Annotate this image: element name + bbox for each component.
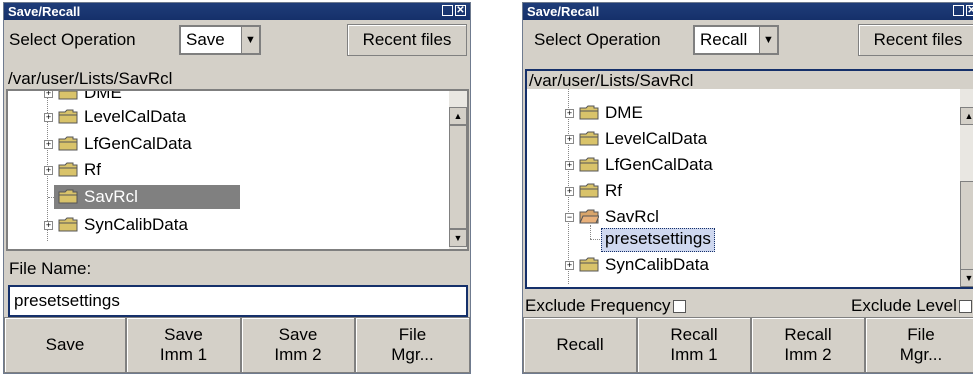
- select-operation-label: Select Operation: [9, 30, 136, 49]
- tree-item-savrcl[interactable]: SavRcl: [54, 185, 240, 209]
- folder-icon: [58, 89, 78, 100]
- save-imm1-button[interactable]: Save Imm 1: [126, 317, 241, 373]
- select-operation-label: Select Operation: [534, 30, 661, 49]
- folder-icon: [58, 189, 78, 204]
- recall-imm1-button[interactable]: Recall Imm 1: [637, 317, 751, 373]
- file-manager-button[interactable]: File Mgr...: [865, 317, 973, 373]
- expand-icon[interactable]: +: [565, 161, 574, 170]
- folder-icon: [579, 131, 599, 146]
- recent-files-button[interactable]: Recent files: [347, 24, 467, 56]
- scroll-up-icon[interactable]: ▲: [960, 107, 973, 125]
- expand-icon[interactable]: +: [44, 140, 53, 149]
- path-display: /var/user/Lists/SavRcl: [525, 69, 973, 91]
- tree-item-rf[interactable]: + Rf: [565, 179, 622, 203]
- tree-item-lfgencaldata[interactable]: + LfGenCalData: [565, 153, 713, 177]
- expand-icon[interactable]: +: [565, 109, 574, 118]
- dialog-titlebar: Save/Recall ✕: [523, 3, 973, 20]
- folder-icon: [58, 136, 78, 151]
- scroll-up-icon[interactable]: ▲: [449, 107, 467, 125]
- folder-icon: [579, 157, 599, 172]
- tree-item-syncalibdata[interactable]: + SynCalibData: [565, 253, 709, 277]
- tree-item-presetsettings[interactable]: presetsettings: [601, 228, 715, 252]
- save-recall-dialog-recall: Save/Recall ✕ Select Operation Recall ▼ …: [522, 2, 973, 374]
- folder-icon: [579, 105, 599, 120]
- tree-item-rf[interactable]: + Rf: [44, 158, 101, 182]
- file-name-label: File Name:: [9, 259, 92, 278]
- folder-icon: [579, 183, 599, 198]
- chevron-down-icon[interactable]: ▼: [759, 27, 777, 53]
- collapse-icon[interactable]: −: [565, 213, 574, 222]
- scroll-down-icon[interactable]: ▼: [449, 229, 467, 247]
- tree-item-lfgencaldata[interactable]: + LfGenCalData: [44, 132, 192, 156]
- file-name-input[interactable]: presetsettings: [8, 285, 468, 317]
- file-manager-button[interactable]: File Mgr...: [355, 317, 470, 373]
- expand-icon[interactable]: +: [44, 166, 53, 175]
- recall-imm2-button[interactable]: Recall Imm 2: [751, 317, 865, 373]
- chevron-down-icon[interactable]: ▼: [241, 27, 259, 53]
- operation-select-value: Save: [186, 30, 225, 49]
- expand-icon[interactable]: +: [44, 113, 53, 122]
- tree-scrollbar[interactable]: ▲ ▼: [960, 89, 973, 287]
- dialog-titlebar: Save/Recall ✕: [4, 3, 470, 20]
- scroll-down-icon[interactable]: ▼: [960, 269, 973, 287]
- maximize-icon[interactable]: [953, 5, 964, 16]
- folder-icon: [58, 109, 78, 124]
- maximize-icon[interactable]: [442, 5, 453, 16]
- expand-icon[interactable]: +: [565, 261, 574, 270]
- expand-icon[interactable]: +: [565, 135, 574, 144]
- tree-scrollbar[interactable]: ▲ ▼: [449, 91, 467, 249]
- path-display: /var/user/Lists/SavRcl: [8, 69, 173, 88]
- folder-icon: [58, 162, 78, 177]
- dialog-title: Save/Recall: [8, 4, 81, 19]
- file-tree[interactable]: + DME + LevelCalData + LfGenCalData + Rf…: [525, 89, 973, 289]
- expand-icon[interactable]: +: [44, 221, 53, 230]
- file-tree[interactable]: + DME + LevelCalData + LfGenCalData + Rf…: [6, 89, 469, 251]
- operation-select[interactable]: Recall ▼: [693, 25, 779, 55]
- recall-button[interactable]: Recall: [523, 317, 637, 373]
- save-button[interactable]: Save: [4, 317, 126, 373]
- tree-item-savrcl[interactable]: − SavRcl: [565, 205, 659, 229]
- tree-item-syncalibdata[interactable]: + SynCalibData: [44, 213, 188, 237]
- expand-icon[interactable]: +: [565, 187, 574, 196]
- tree-item-dme[interactable]: + DME: [44, 89, 122, 105]
- tree-item-levelcaldata[interactable]: + LevelCalData: [565, 127, 707, 151]
- close-icon[interactable]: ✕: [455, 5, 466, 16]
- folder-icon: [58, 217, 78, 232]
- save-imm2-button[interactable]: Save Imm 2: [241, 317, 355, 373]
- recent-files-button[interactable]: Recent files: [858, 24, 973, 56]
- tree-item-dme[interactable]: + DME: [565, 101, 643, 125]
- folder-icon: [579, 257, 599, 272]
- operation-select-value: Recall: [700, 30, 748, 49]
- exclude-level-option[interactable]: Exclude Level: [851, 296, 972, 316]
- expand-icon[interactable]: +: [44, 91, 53, 98]
- scroll-thumb[interactable]: [449, 125, 467, 229]
- tree-item-levelcaldata[interactable]: + LevelCalData: [44, 105, 186, 129]
- exclude-level-checkbox[interactable]: [958, 300, 972, 313]
- close-icon[interactable]: ✕: [966, 5, 973, 16]
- exclude-frequency-option[interactable]: Exclude Frequency: [525, 296, 686, 316]
- operation-select[interactable]: Save ▼: [179, 25, 261, 55]
- scroll-thumb[interactable]: [960, 181, 973, 271]
- save-recall-dialog-save: Save/Recall ✕ Select Operation Save ▼ Re…: [3, 2, 471, 374]
- dialog-title: Save/Recall: [527, 4, 600, 19]
- folder-open-icon: [579, 209, 599, 224]
- exclude-frequency-checkbox[interactable]: [672, 300, 686, 313]
